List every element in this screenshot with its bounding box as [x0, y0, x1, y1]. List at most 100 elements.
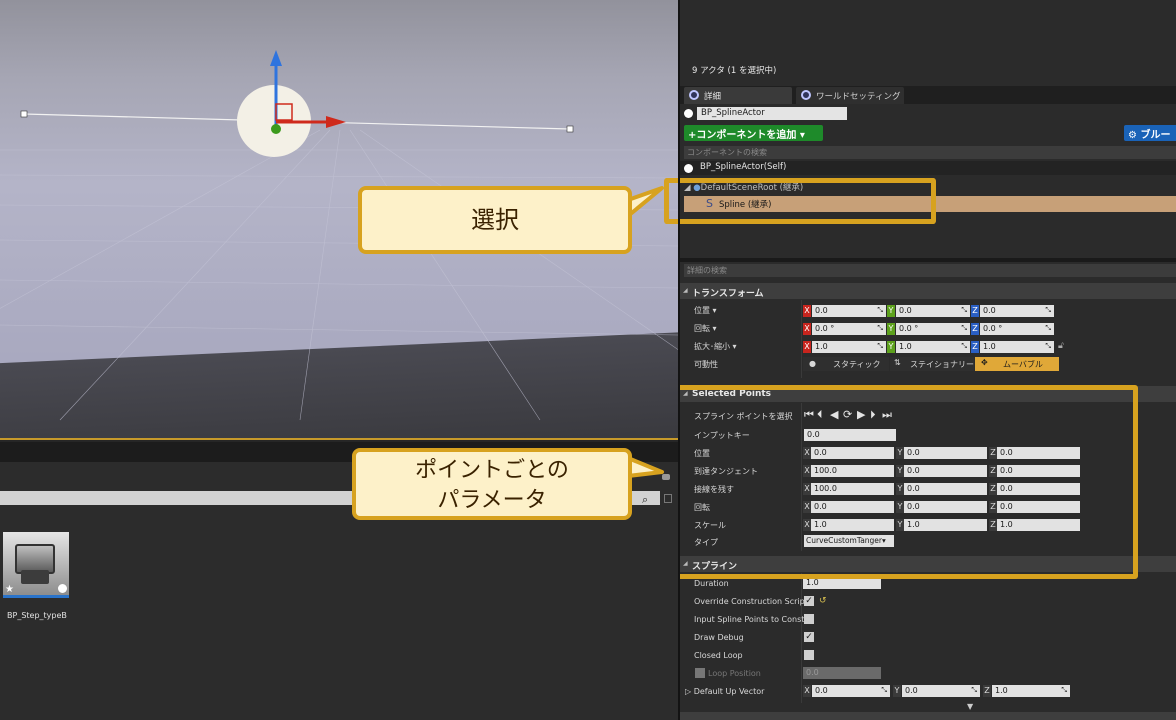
- static-label: スタティック: [833, 360, 881, 369]
- loop-position-field: 0.0: [803, 667, 881, 679]
- column-divider: [801, 573, 802, 703]
- component-self-row[interactable]: BP_SplineActor(Self): [680, 161, 1176, 175]
- asset-thumbnail[interactable]: ★: [3, 532, 69, 598]
- location-z-field[interactable]: 0.0 ⤡: [980, 305, 1054, 317]
- mobility-stationary-button[interactable]: ⇅ ステイショナリー: [890, 357, 974, 371]
- movable-label: ムーバブル: [1003, 360, 1043, 369]
- asset-name[interactable]: BP_Step_typeB: [7, 611, 67, 620]
- override-construction-checkbox[interactable]: ✓: [804, 596, 814, 606]
- rotation-z-field[interactable]: 0.0 ° ⤡: [980, 323, 1054, 335]
- lock-icon[interactable]: 🔓︎: [1058, 341, 1064, 351]
- actor-name-field[interactable]: BP_SplineActor: [697, 107, 847, 120]
- rotation-y-field[interactable]: 0.0 ° ⤡: [896, 323, 970, 335]
- gizmo-x-arrow[interactable]: [326, 116, 346, 128]
- axis-y-tag: Y: [887, 341, 895, 353]
- world-outliner-area: [680, 0, 1176, 58]
- spin-icon: ⤡: [1061, 686, 1067, 694]
- spline-point-end[interactable]: [566, 125, 574, 133]
- movable-icon: ✥: [981, 358, 988, 367]
- axis-x-tag: X: [803, 341, 811, 353]
- blueprint-label: ブルー: [1140, 130, 1171, 141]
- spin-icon: ⤡: [877, 342, 883, 350]
- tab-label: ワールドセッティング: [816, 92, 901, 102]
- self-icon: [684, 164, 693, 173]
- axis-x-tag: X: [803, 305, 811, 317]
- spin-icon: ⤡: [971, 686, 977, 694]
- blueprint-button[interactable]: ⚙ ブルー: [1124, 125, 1176, 141]
- world-settings-tab-icon: [801, 90, 811, 100]
- transform-category[interactable]: トランスフォーム: [680, 283, 1176, 299]
- scale-x-field[interactable]: 1.0 ⤡: [812, 341, 886, 353]
- axis-z-tag: Z: [971, 305, 979, 317]
- self-label: BP_SplineActor(Self): [700, 162, 787, 172]
- draw-debug-checkbox[interactable]: ✓: [804, 632, 814, 642]
- axis-x-tag: X: [803, 685, 811, 697]
- select-callout-text: 選択: [471, 206, 519, 234]
- location-y-field[interactable]: 0.0 ⤡: [896, 305, 970, 317]
- duration-label: Duration: [694, 579, 729, 588]
- location-x-field[interactable]: 0.0 ⤡: [812, 305, 886, 317]
- panel-splitter[interactable]: [680, 258, 1176, 262]
- spline-point-start[interactable]: [20, 110, 28, 118]
- expand-arrow-icon: ▷: [685, 687, 694, 696]
- spin-icon: ⤡: [877, 306, 883, 314]
- spin-icon: ⤡: [1045, 306, 1051, 314]
- override-construction-label: Override Construction Script: [694, 597, 808, 606]
- actor-count-label: 9 アクタ (1 を選択中): [692, 66, 777, 76]
- details-panel: 9 アクタ (1 を選択中) 詳細 ワールドセッティング BP_SplineAc…: [680, 0, 1176, 720]
- loop-position-checkbox[interactable]: [695, 668, 705, 678]
- component-search-input[interactable]: コンポーネントの検索: [684, 146, 1176, 159]
- select-highlight-frame: [664, 178, 678, 224]
- panel-tab-bar: 詳細 ワールドセッティング: [680, 86, 1176, 104]
- closed-loop-checkbox[interactable]: [804, 650, 814, 660]
- actor-icon: [684, 109, 693, 118]
- scale-z-field[interactable]: 1.0 ⤡: [980, 341, 1054, 353]
- up-vector-x-field[interactable]: 0.0 ⤡: [812, 685, 890, 697]
- add-component-button[interactable]: +コンポーネントを追加 ▾: [684, 125, 823, 141]
- scale-label[interactable]: 拡大･縮小 ▾: [694, 341, 737, 352]
- up-vector-text: Default Up Vector: [693, 687, 765, 696]
- up-vector-y-field[interactable]: 0.0 ⤡: [902, 685, 980, 697]
- up-vector-z-field[interactable]: 1.0 ⤡: [992, 685, 1070, 697]
- input-spline-points-label: Input Spline Points to Constr: [694, 615, 808, 624]
- axis-z-tag: Z: [971, 341, 979, 353]
- search-icon[interactable]: ⌕: [642, 493, 648, 507]
- up-vector-label[interactable]: ▷ Default Up Vector: [685, 687, 764, 696]
- scale-y-field[interactable]: 1.0 ⤡: [896, 341, 970, 353]
- asset-preview-base: [21, 570, 49, 584]
- details-tab-icon: [689, 90, 699, 100]
- parameters-callout: ポイントごとの パラメータ: [352, 448, 632, 520]
- blueprint-dot-icon: [58, 584, 67, 593]
- static-icon: ●: [809, 359, 816, 368]
- select-highlight-frame: [680, 178, 936, 224]
- axis-x-tag: X: [803, 323, 811, 335]
- mobility-label: 可動性: [694, 360, 718, 369]
- spin-icon: ⤡: [961, 306, 967, 314]
- details-search-input[interactable]: 詳細の検索: [684, 264, 1176, 277]
- mobility-movable-button[interactable]: ✥ ムーバブル: [975, 357, 1059, 371]
- viewport-grid: [0, 129, 678, 421]
- save-search-icon[interactable]: [664, 494, 672, 503]
- closed-loop-label: Closed Loop: [694, 651, 743, 660]
- blueprint-icon: ⚙: [1128, 130, 1137, 141]
- rotation-x-field[interactable]: 0.0 ° ⤡: [812, 323, 886, 335]
- mobility-static-button[interactable]: ● スタティック: [803, 357, 889, 371]
- location-label[interactable]: 位置 ▾: [694, 305, 717, 316]
- parameters-highlight-frame: [680, 385, 1138, 579]
- spin-icon: ⤡: [1045, 324, 1051, 332]
- gizmo-z-arrow[interactable]: [270, 50, 282, 66]
- spin-icon: ⤡: [877, 324, 883, 332]
- view-options-icon[interactable]: [662, 474, 670, 480]
- tab-world-settings[interactable]: ワールドセッティング: [796, 87, 904, 104]
- axis-z-tag: Z: [971, 323, 979, 335]
- input-spline-points-checkbox[interactable]: [804, 614, 814, 624]
- next-category-bar: [680, 712, 1176, 720]
- scroll-down-icon[interactable]: ▼: [967, 702, 973, 711]
- params-callout-text: ポイントごとの パラメータ: [415, 458, 569, 513]
- axis-y-tag: Y: [887, 323, 895, 335]
- axis-y-tag: Y: [887, 305, 895, 317]
- rotation-label[interactable]: 回転 ▾: [694, 323, 717, 334]
- reset-default-icon[interactable]: ↺: [819, 596, 827, 606]
- tab-details[interactable]: 詳細: [684, 87, 792, 104]
- gizmo-y-handle[interactable]: [271, 124, 281, 134]
